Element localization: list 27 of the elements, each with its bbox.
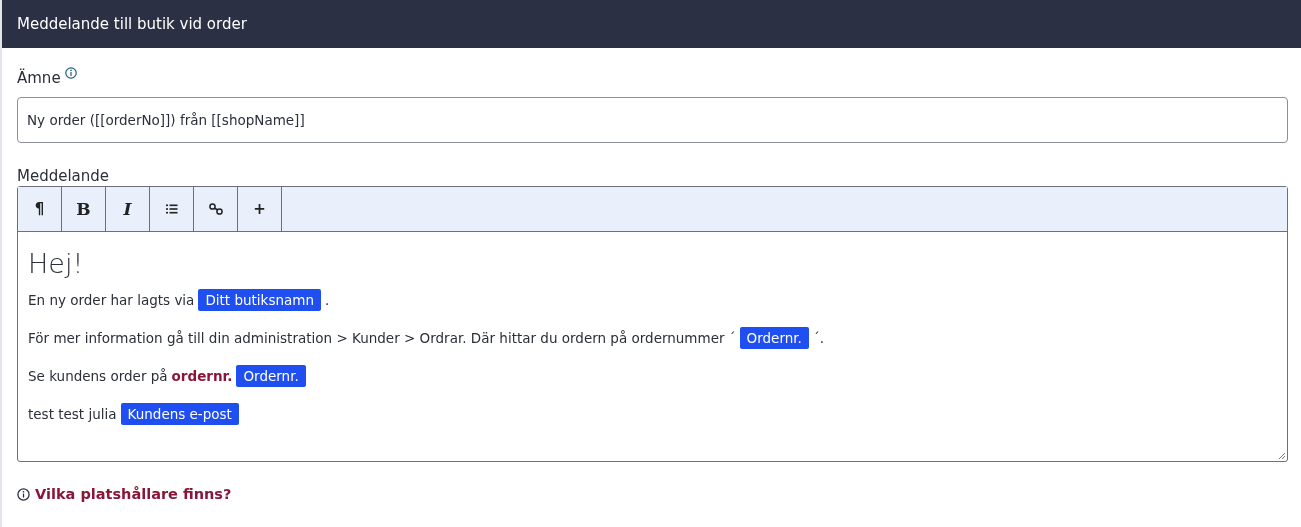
message-text: För mer information gå till din administration > Kunder > Ordrar. Där hittar du ordern på ordernummer ´	[28, 330, 736, 346]
placeholder-tag[interactable]: Ordernr.	[236, 365, 306, 387]
resize-handle[interactable]	[1278, 452, 1286, 460]
message-heading: Hej!	[28, 247, 85, 281]
format-button[interactable]: ¶	[18, 187, 62, 231]
placeholder-tag[interactable]: Kundens e-post	[120, 403, 239, 425]
list-icon	[165, 204, 178, 214]
info-icon[interactable]	[64, 67, 77, 79]
subject-field[interactable]: Ny order ([[orderNo]]) från [[shopName]]	[17, 97, 1288, 143]
header-title: Meddelande till butik vid order	[17, 15, 247, 33]
message-text: test test julia	[28, 406, 117, 422]
field-label: Ämne	[17, 68, 61, 88]
placeholder-tag[interactable]: Ordernr.	[739, 327, 809, 349]
italic-button[interactable]: I	[106, 187, 150, 231]
placeholder-tag[interactable]: Ditt butiksnamn	[198, 289, 321, 311]
message-text: .	[325, 292, 330, 308]
link-icon	[208, 203, 223, 215]
message-text: Se kundens order på	[28, 368, 168, 384]
format-button[interactable]: +	[238, 187, 282, 231]
help-link[interactable]: Vilka platshållare finns?	[35, 486, 232, 502]
info-icon	[17, 487, 30, 501]
message-text: ´.	[812, 330, 824, 346]
message-text: En ny order har lagts via	[28, 292, 195, 308]
bold-button[interactable]: B	[62, 187, 106, 231]
message-editor[interactable]	[17, 186, 1288, 462]
field-label: Meddelande	[17, 166, 110, 186]
bold-text: ordernr.	[171, 368, 233, 384]
